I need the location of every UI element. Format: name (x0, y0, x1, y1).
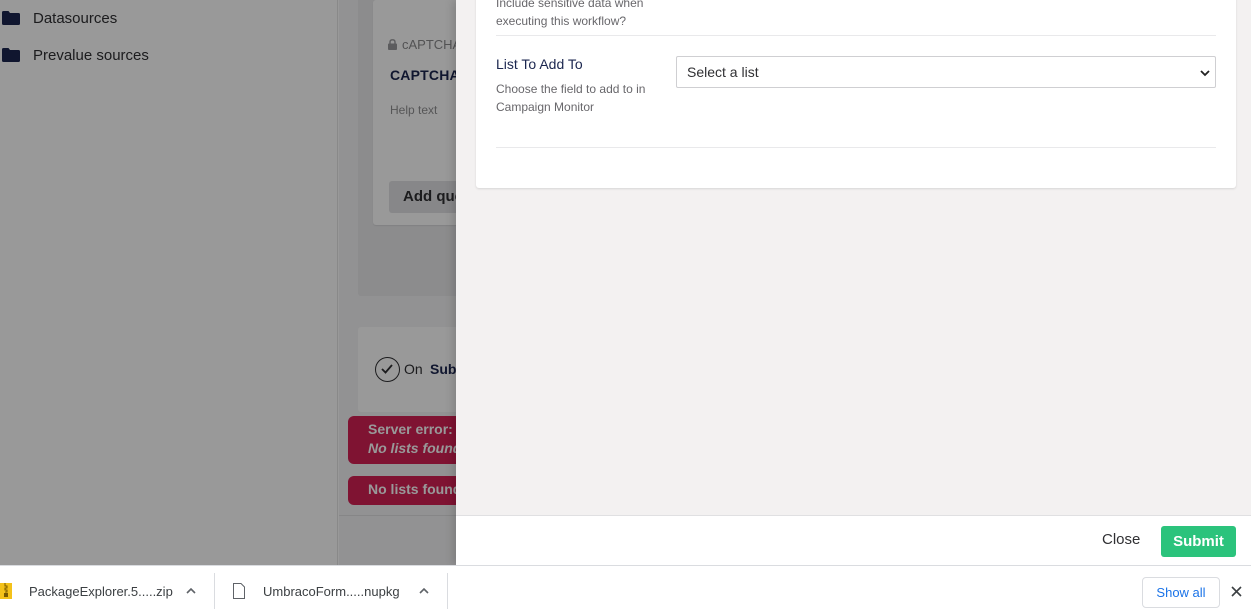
zip-file-icon (0, 583, 12, 599)
download-item[interactable]: PackageExplorer.5.....zip (0, 566, 196, 615)
workflow-settings-panel: Include sensitive data when executing th… (456, 0, 1251, 565)
download-filename: UmbracoForm.....nupkg (263, 583, 400, 599)
chevron-up-icon[interactable] (186, 588, 196, 594)
list-to-add-to-description: Choose the field to add to in Campaign M… (496, 82, 646, 114)
list-to-add-to-label: List To Add To (496, 56, 583, 72)
list-select[interactable]: Select a list (676, 56, 1216, 88)
separator (214, 573, 215, 609)
divider (496, 35, 1216, 36)
chevron-down-icon (1200, 70, 1210, 77)
modal-backdrop[interactable] (0, 0, 456, 565)
separator (447, 573, 448, 609)
settings-card: Include sensitive data when executing th… (476, 0, 1236, 188)
list-select-value: Select a list (687, 64, 759, 80)
download-item[interactable]: UmbracoForm.....nupkg (233, 566, 429, 615)
submit-button[interactable]: Submit (1161, 526, 1236, 557)
download-bar: PackageExplorer.5.....zip UmbracoForm...… (0, 565, 1251, 615)
chevron-up-icon[interactable] (419, 588, 429, 594)
divider (496, 147, 1216, 148)
panel-footer: Close Submit (456, 515, 1251, 565)
download-filename: PackageExplorer.5.....zip (29, 583, 173, 599)
file-icon (233, 583, 245, 599)
show-all-button[interactable]: Show all (1142, 577, 1220, 608)
close-button[interactable]: Close (1102, 531, 1140, 548)
sensitive-data-description: Include sensitive data when executing th… (496, 0, 644, 28)
close-icon[interactable] (1231, 586, 1242, 597)
